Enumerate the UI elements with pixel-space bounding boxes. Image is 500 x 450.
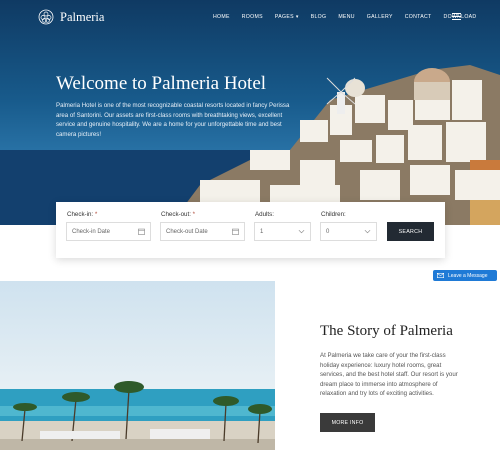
- checkout-date-input[interactable]: Check-out Date: [160, 222, 245, 241]
- checkout-label: Check-out: *: [161, 211, 195, 218]
- nav-item-contact[interactable]: CONTACT: [405, 14, 432, 20]
- story-description: At Palmeria we take care of your the fir…: [320, 352, 458, 398]
- more-info-button[interactable]: MORE INFO: [320, 413, 375, 432]
- nav-item-home[interactable]: HOME: [213, 14, 230, 20]
- adults-label: Adults:: [255, 211, 274, 218]
- required-marker: *: [94, 211, 98, 218]
- chevron-down-icon: [364, 229, 371, 234]
- required-marker: *: [192, 211, 196, 218]
- calendar-icon: [232, 228, 239, 235]
- children-select[interactable]: 0: [320, 222, 377, 241]
- adults-value: 1: [260, 228, 264, 235]
- main-menu: HOME ROOMS PAGES ▾ BLOG MENU GALLERY CON…: [213, 14, 488, 20]
- booking-form: Check-in: * Check-in Date Check-out: * C…: [56, 202, 445, 258]
- chevron-down-icon: [298, 229, 305, 234]
- children-label: Children:: [321, 211, 346, 218]
- envelope-icon: [437, 273, 444, 278]
- checkout-label-text: Check-out:: [161, 211, 191, 218]
- hero-title: Welcome to Palmeria Hotel: [56, 73, 267, 94]
- nav-item-blog[interactable]: BLOG: [311, 14, 327, 20]
- checkin-label-text: Check-in:: [67, 211, 94, 218]
- nav-item-pages-label: PAGES: [274, 14, 294, 20]
- children-value: 0: [326, 228, 330, 235]
- story-title: The Story of Palmeria: [320, 323, 453, 339]
- beach-palms-image: [0, 281, 275, 450]
- search-button[interactable]: SEARCH: [387, 222, 434, 241]
- hamburger-menu-icon[interactable]: [452, 13, 461, 20]
- nav-item-pages[interactable]: PAGES ▾: [275, 14, 299, 20]
- chevron-down-icon: ▾: [295, 14, 299, 20]
- hero-description: Palmeria Hotel is one of the most recogn…: [56, 102, 290, 138]
- checkin-date-input[interactable]: Check-in Date: [66, 222, 151, 241]
- resort-photo: [0, 281, 275, 450]
- leave-message-label: Leave a Message: [448, 272, 488, 279]
- hero-section: Palmeria HOME ROOMS PAGES ▾ BLOG MENU GA…: [0, 0, 500, 225]
- top-navigation: Palmeria HOME ROOMS PAGES ▾ BLOG MENU GA…: [0, 0, 500, 36]
- leave-message-button[interactable]: Leave a Message: [433, 270, 497, 281]
- checkin-placeholder: Check-in Date: [72, 228, 111, 235]
- checkin-label: Check-in: *: [67, 211, 97, 218]
- nav-item-menu[interactable]: MENU: [338, 14, 354, 20]
- flower-logo-icon: [38, 9, 54, 25]
- adults-select[interactable]: 1: [254, 222, 311, 241]
- brand-logo[interactable]: Palmeria: [38, 9, 104, 25]
- nav-item-rooms[interactable]: ROOMS: [242, 14, 263, 20]
- checkout-placeholder: Check-out Date: [166, 228, 208, 235]
- calendar-icon: [138, 228, 145, 235]
- brand-name: Palmeria: [60, 9, 105, 24]
- nav-item-gallery[interactable]: GALLERY: [367, 14, 393, 20]
